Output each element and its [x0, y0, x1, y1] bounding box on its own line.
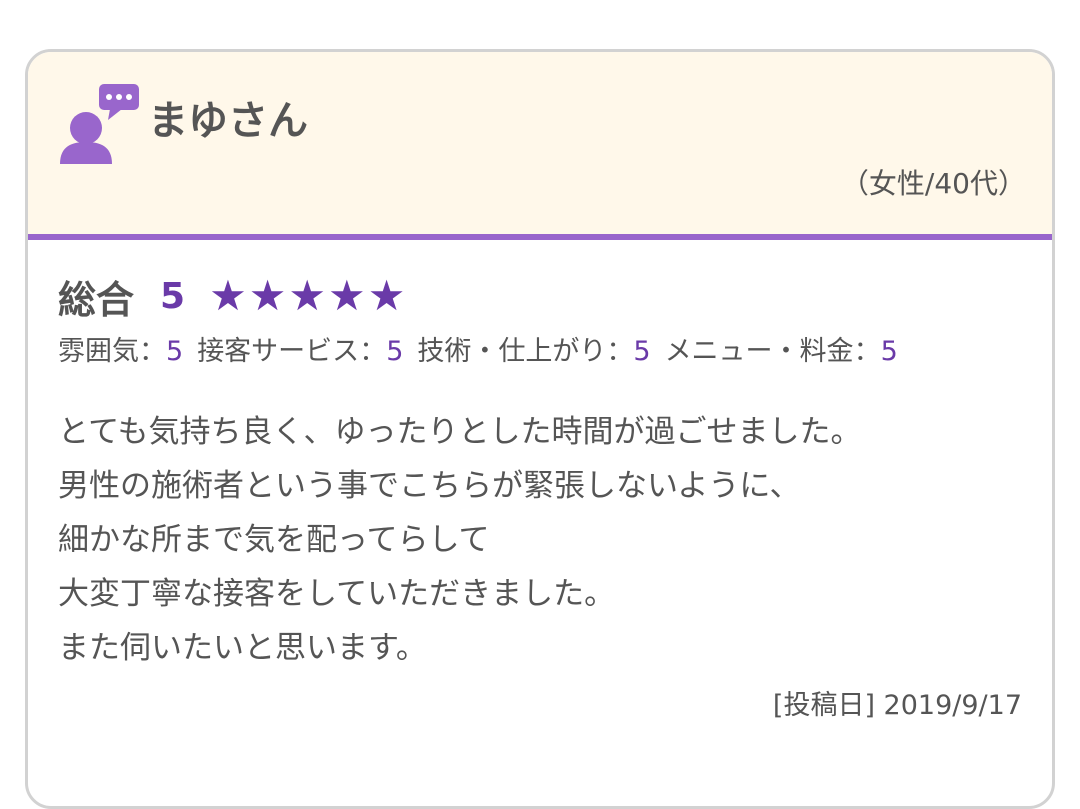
overall-score: 5: [160, 275, 186, 317]
sub-rating-value: 5: [386, 336, 404, 367]
star-rating: ★ ★ ★ ★ ★: [209, 275, 407, 317]
reviewer-name: まゆさん: [148, 98, 308, 144]
star-filled-icon: ★: [367, 271, 406, 320]
review-line: とても気持ち良く、ゆったりとした時間が過ごせました。: [58, 414, 862, 450]
review-line: 大変丁寧な接客をしていただきました。: [58, 576, 616, 612]
sub-rating-separator: ：: [853, 336, 881, 367]
sub-rating-label: 技術・仕上がり: [417, 336, 607, 367]
review-line: 男性の施術者という事でこちらが緊張しないように、: [58, 468, 801, 504]
star-filled-icon: ★: [328, 271, 366, 320]
sub-rating-label: メニュー・料金: [664, 336, 854, 367]
sub-rating-value: 5: [633, 336, 651, 367]
sub-ratings: 雰囲気：5 接客サービス：5 技術・仕上がり：5 メニュー・料金：5: [58, 332, 912, 372]
star-filled-icon: ★: [288, 271, 327, 320]
review-card: まゆさん （女性/40代） 総合 5 ★ ★ ★ ★ ★ 雰囲気：5 接客サービス：5 …: [25, 49, 1055, 809]
review-text: とても気持ち良く、ゆったりとした時間が過ごせました。 男性の施術者という事でこち…: [58, 405, 862, 675]
star-filled-icon: ★: [248, 271, 287, 320]
sub-rating-service: 接客サービス：5: [197, 332, 403, 372]
reviewer-meta: （女性/40代）: [840, 167, 1026, 200]
sub-rating-menu-price: メニュー・料金：5: [665, 332, 898, 372]
review-line: また伺いたいと思います。: [58, 630, 427, 666]
sub-rating-technique: 技術・仕上がり：5: [417, 332, 650, 372]
overall-label: 総合: [58, 277, 135, 322]
sub-rating-separator: ：: [606, 336, 634, 367]
sub-rating-separator: ：: [139, 336, 166, 367]
sub-rating-value: 5: [880, 336, 898, 367]
overall-rating: 総合 5 ★ ★ ★ ★ ★: [58, 268, 407, 324]
sub-rating-atmosphere: 雰囲気：5: [58, 332, 183, 372]
post-date: [投稿日] 2019/9/17: [772, 690, 1022, 721]
review-header: まゆさん （女性/40代）: [28, 52, 1052, 240]
sub-rating-separator: ：: [359, 336, 387, 367]
review-line: 細かな所まで気を配ってらして: [58, 522, 490, 558]
sub-rating-label: 接客サービス: [197, 336, 360, 367]
user-comment-icon: [60, 84, 139, 164]
sub-rating-label: 雰囲気: [58, 336, 139, 367]
sub-rating-value: 5: [166, 336, 184, 367]
star-filled-icon: ★: [209, 271, 247, 320]
